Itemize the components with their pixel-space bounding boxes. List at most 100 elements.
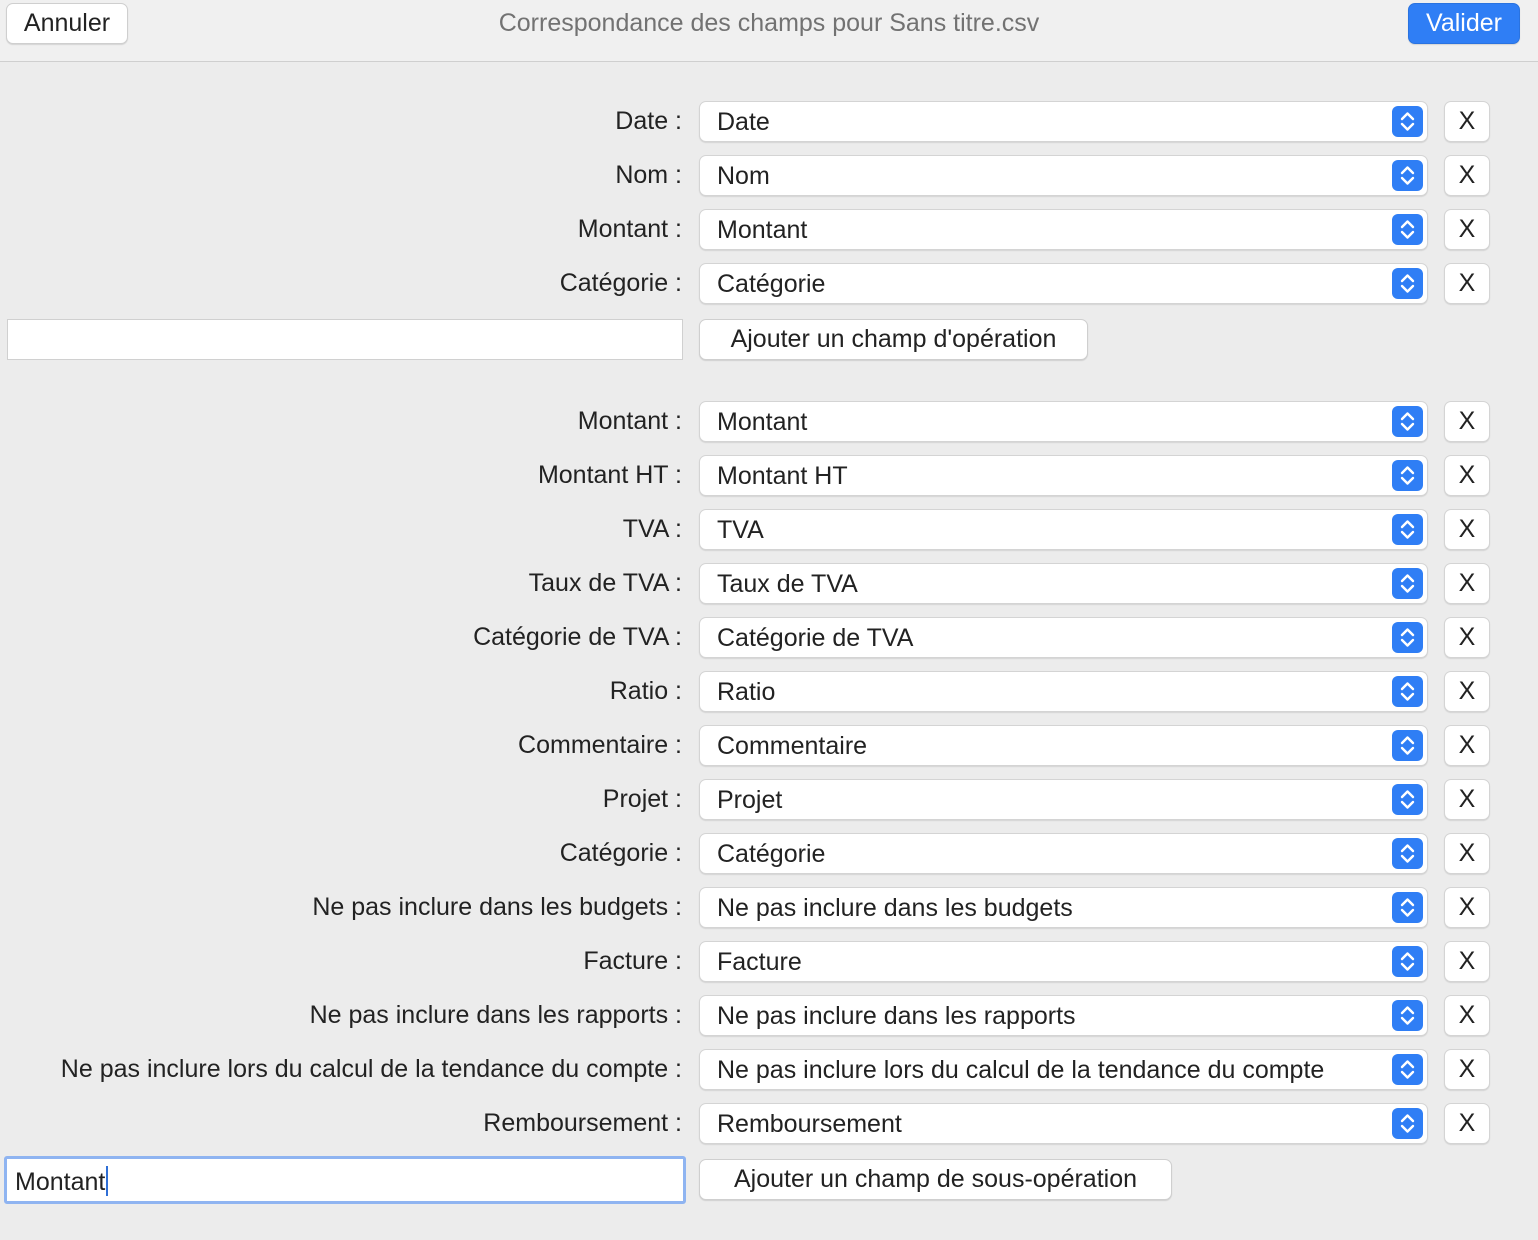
remove-field-button-facture[interactable]: X [1444, 941, 1490, 982]
chevron-up-down-icon [1392, 1000, 1423, 1031]
remove-field-button-date[interactable]: X [1444, 101, 1490, 142]
chevron-up-down-icon [1392, 622, 1423, 653]
chevron-up-down-icon [1392, 946, 1423, 977]
column-select-ratio[interactable]: Ratio [699, 671, 1428, 712]
column-select-ne-pas-inclure-lors-du-calcul-de-la-tendance-du-compte[interactable]: Ne pas inclure lors du calcul de la tend… [699, 1049, 1428, 1090]
field-label-categorie: Catégorie : [559, 839, 682, 867]
column-select-value: Taux de TVA [717, 570, 858, 598]
new-split-field-value: Montant [15, 1168, 106, 1196]
column-select-categorie[interactable]: Catégorie [699, 833, 1428, 874]
remove-field-button-ne-pas-inclure-dans-les-rapports[interactable]: X [1444, 995, 1490, 1036]
column-select-facture[interactable]: Facture [699, 941, 1428, 982]
remove-field-button-ratio[interactable]: X [1444, 671, 1490, 712]
field-label-ne-pas-inclure-lors-du-calcul-de-la-tendance-du-compte: Ne pas inclure lors du calcul de la tend… [60, 1055, 682, 1083]
confirm-button[interactable]: Valider [1408, 3, 1520, 44]
add-transaction-field-button[interactable]: Ajouter un champ d'opération [699, 319, 1088, 360]
remove-field-button-montant-ht[interactable]: X [1444, 455, 1490, 496]
field-label-montant-ht: Montant HT : [537, 461, 682, 489]
column-select-taux-de-tva[interactable]: Taux de TVA [699, 563, 1428, 604]
column-select-value: Catégorie [717, 840, 826, 868]
new-split-field-input[interactable]: Montant [4, 1156, 686, 1204]
field-label-facture: Facture : [583, 947, 682, 975]
chevron-up-down-icon [1392, 268, 1423, 299]
column-select-value: Nom [717, 162, 770, 190]
column-select-value: Montant HT [717, 462, 848, 490]
field-label-categorie-de-tva: Catégorie de TVA : [473, 623, 682, 651]
remove-field-button-commentaire[interactable]: X [1444, 725, 1490, 766]
window-title: Correspondance des champs pour Sans titr… [498, 9, 1040, 37]
column-select-projet[interactable]: Projet [699, 779, 1428, 820]
chevron-up-down-icon [1392, 784, 1423, 815]
field-label-ne-pas-inclure-dans-les-rapports: Ne pas inclure dans les rapports : [309, 1001, 682, 1029]
column-select-value: TVA [717, 516, 764, 544]
column-select-montant[interactable]: Montant [699, 209, 1428, 250]
field-label-commentaire: Commentaire : [518, 731, 682, 759]
field-label-tva: TVA : [622, 515, 682, 543]
field-label-ne-pas-inclure-dans-les-budgets: Ne pas inclure dans les budgets : [312, 893, 682, 921]
field-label-nom: Nom : [615, 161, 682, 189]
column-select-remboursement[interactable]: Remboursement [699, 1103, 1428, 1144]
column-select-nom[interactable]: Nom [699, 155, 1428, 196]
field-label-date: Date : [615, 107, 682, 135]
chevron-up-down-icon [1392, 514, 1423, 545]
chevron-up-down-icon [1392, 1108, 1423, 1139]
column-select-value: Catégorie de TVA [717, 624, 914, 652]
column-select-value: Ne pas inclure dans les rapports [717, 1002, 1076, 1030]
column-select-commentaire[interactable]: Commentaire [699, 725, 1428, 766]
column-select-montant[interactable]: Montant [699, 401, 1428, 442]
remove-field-button-categorie[interactable]: X [1444, 263, 1490, 304]
chevron-up-down-icon [1392, 730, 1423, 761]
title-bar: Annuler Correspondance des champs pour S… [0, 0, 1538, 62]
new-transaction-field-input[interactable] [7, 319, 683, 360]
column-select-value: Projet [717, 786, 783, 814]
column-select-ne-pas-inclure-dans-les-budgets[interactable]: Ne pas inclure dans les budgets [699, 887, 1428, 928]
remove-field-button-montant[interactable]: X [1444, 209, 1490, 250]
remove-field-button-projet[interactable]: X [1444, 779, 1490, 820]
field-label-montant: Montant : [577, 215, 682, 243]
column-select-value: Montant [717, 216, 808, 244]
field-label-categorie: Catégorie : [559, 269, 682, 297]
column-select-value: Commentaire [717, 732, 868, 760]
chevron-up-down-icon [1392, 568, 1423, 599]
chevron-up-down-icon [1392, 160, 1423, 191]
chevron-up-down-icon [1392, 460, 1423, 491]
column-select-value: Facture [717, 948, 802, 976]
column-select-value: Ratio [717, 678, 776, 706]
remove-field-button-categorie[interactable]: X [1444, 833, 1490, 874]
field-label-projet: Projet : [602, 785, 682, 813]
add-split-field-button[interactable]: Ajouter un champ de sous-opération [699, 1159, 1172, 1200]
column-select-ne-pas-inclure-dans-les-rapports[interactable]: Ne pas inclure dans les rapports [699, 995, 1428, 1036]
remove-field-button-remboursement[interactable]: X [1444, 1103, 1490, 1144]
chevron-up-down-icon [1392, 214, 1423, 245]
column-select-value: Remboursement [717, 1110, 902, 1138]
text-caret [106, 1166, 109, 1196]
column-select-value: Ne pas inclure lors du calcul de la tend… [717, 1056, 1325, 1084]
column-select-montant-ht[interactable]: Montant HT [699, 455, 1428, 496]
column-select-value: Montant [717, 408, 808, 436]
remove-field-button-nom[interactable]: X [1444, 155, 1490, 196]
column-select-tva[interactable]: TVA [699, 509, 1428, 550]
field-label-ratio: Ratio : [609, 677, 682, 705]
remove-field-button-categorie-de-tva[interactable]: X [1444, 617, 1490, 658]
column-select-value: Date [717, 108, 770, 136]
chevron-up-down-icon [1392, 406, 1423, 437]
remove-field-button-montant[interactable]: X [1444, 401, 1490, 442]
chevron-up-down-icon [1392, 892, 1423, 923]
chevron-up-down-icon [1392, 106, 1423, 137]
remove-field-button-taux-de-tva[interactable]: X [1444, 563, 1490, 604]
chevron-up-down-icon [1392, 838, 1423, 869]
remove-field-button-tva[interactable]: X [1444, 509, 1490, 550]
chevron-up-down-icon [1392, 1054, 1423, 1085]
chevron-up-down-icon [1392, 676, 1423, 707]
field-label-montant: Montant : [577, 407, 682, 435]
column-select-categorie[interactable]: Catégorie [699, 263, 1428, 304]
remove-field-button-ne-pas-inclure-dans-les-budgets[interactable]: X [1444, 887, 1490, 928]
field-label-taux-de-tva: Taux de TVA : [528, 569, 682, 597]
column-select-value: Ne pas inclure dans les budgets [717, 894, 1073, 922]
column-select-date[interactable]: Date [699, 101, 1428, 142]
column-select-value: Catégorie [717, 270, 826, 298]
column-select-categorie-de-tva[interactable]: Catégorie de TVA [699, 617, 1428, 658]
remove-field-button-ne-pas-inclure-lors-du-calcul-de-la-tendance-du-compte[interactable]: X [1444, 1049, 1490, 1090]
field-label-remboursement: Remboursement : [483, 1109, 682, 1137]
new-split-field-text: Montant [15, 1166, 109, 1197]
